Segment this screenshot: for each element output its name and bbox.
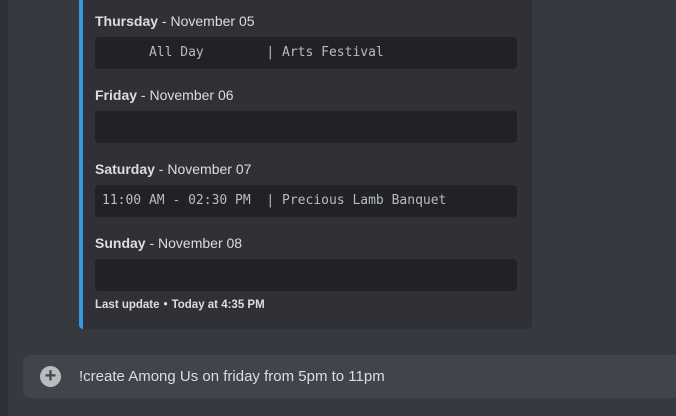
day-heading: Sunday - November 08 [95,234,517,252]
day-date: November 07 [167,161,252,177]
day-separator: - [137,87,150,103]
day-separator: - [154,161,168,177]
day-events-codeblock: All Day | Arts Festival [95,37,517,69]
left-panel-edge [0,0,8,416]
day-name: Friday [95,87,138,103]
embed-footer: Last update • Today at 4:35 PM [95,297,265,313]
day-friday: Friday - November 06 [95,86,517,143]
schedule-embed: Thursday - November 05 All Day | Arts Fe… [79,0,532,329]
day-name: Saturday [95,161,155,177]
plus-circle-icon[interactable]: + [40,366,61,387]
day-date: November 06 [149,87,234,103]
embed-accent-bar [79,0,83,329]
footer-timestamp: Today at 4:35 PM [171,299,265,311]
day-separator: - [158,13,171,29]
day-thursday: Thursday - November 05 All Day | Arts Fe… [95,12,517,69]
day-name: Thursday [95,13,159,29]
day-heading: Friday - November 06 [95,86,517,104]
message-input[interactable]: !create Among Us on friday from 5pm to 1… [79,355,385,398]
day-date: November 05 [170,13,255,29]
footer-bullet: • [163,299,168,311]
day-heading: Thursday - November 05 [95,12,517,30]
day-name: Sunday [95,235,146,251]
day-heading: Saturday - November 07 [95,160,517,178]
day-date: November 08 [158,235,243,251]
day-events-codeblock [95,111,517,143]
day-saturday: Saturday - November 07 11:00 AM - 02:30 … [95,160,517,217]
footer-label: Last update [95,299,160,311]
day-separator: - [145,235,159,251]
day-events-codeblock: 11:00 AM - 02:30 PM | Precious Lamb Banq… [95,185,517,217]
day-events-codeblock [95,259,517,291]
day-sunday: Sunday - November 08 [95,234,517,291]
message-input-bar[interactable]: + !create Among Us on friday from 5pm to… [23,355,676,398]
